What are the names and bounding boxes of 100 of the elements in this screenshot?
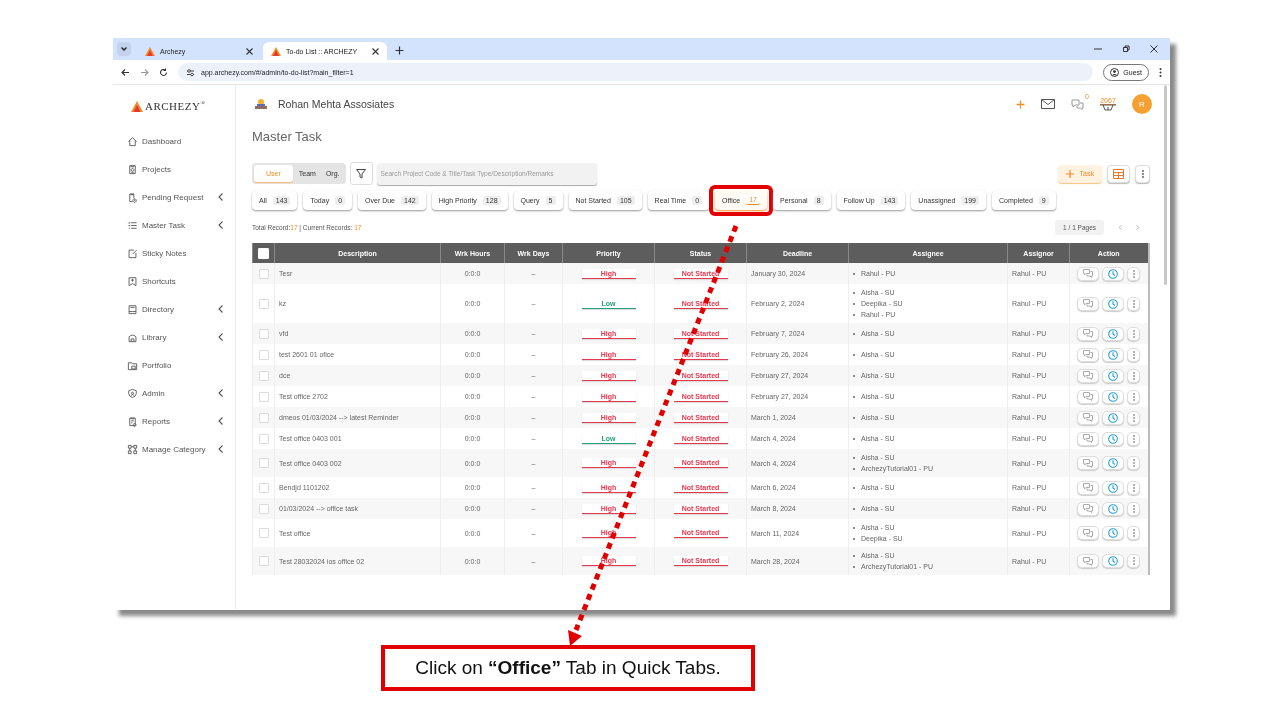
more-icon — [1132, 392, 1135, 401]
row-checkbox[interactable] — [258, 503, 269, 514]
mail-icon[interactable] — [1041, 99, 1055, 109]
scrollbar[interactable] — [1164, 85, 1167, 285]
more-button[interactable] — [1127, 410, 1141, 425]
sidebar-item[interactable]: Portfolio — [113, 351, 235, 379]
row-checkbox[interactable] — [258, 412, 269, 423]
clock-button[interactable] — [1102, 368, 1125, 383]
back-icon[interactable] — [121, 67, 130, 77]
row-checkbox[interactable] — [258, 391, 269, 402]
minimize-icon[interactable] — [1094, 45, 1102, 53]
sidebar-item[interactable]: Directory — [113, 295, 235, 323]
forward-icon[interactable] — [140, 67, 149, 77]
more-icon — [1132, 459, 1135, 467]
comment-button[interactable] — [1077, 480, 1100, 495]
house-icon — [127, 135, 138, 147]
more-button[interactable] — [1127, 526, 1141, 540]
close-icon[interactable] — [372, 47, 379, 55]
clock-button[interactable] — [1102, 266, 1125, 281]
more-icon — [1132, 350, 1135, 359]
more-button[interactable] — [1127, 501, 1141, 516]
comment-button[interactable] — [1077, 554, 1100, 568]
more-button[interactable] — [1127, 389, 1141, 404]
menu-icon[interactable] — [1159, 67, 1162, 77]
row-checkbox[interactable] — [258, 556, 269, 566]
row-checkbox[interactable] — [258, 298, 269, 309]
sidebar-item[interactable]: Library — [113, 323, 235, 351]
more-button[interactable] — [1127, 480, 1141, 495]
clock-button[interactable] — [1102, 326, 1125, 341]
clock-icon — [1108, 370, 1119, 381]
comment-button[interactable] — [1077, 431, 1100, 446]
row-checkbox[interactable] — [258, 433, 269, 444]
clock-button[interactable] — [1102, 501, 1125, 516]
close-icon[interactable] — [1150, 45, 1158, 53]
next-page-icon[interactable] — [1136, 225, 1140, 230]
sidebar-item[interactable]: Dashboard — [113, 127, 235, 155]
clock-icon — [1108, 349, 1119, 360]
select-all-checkbox[interactable] — [258, 247, 269, 259]
comment-icon — [1083, 371, 1094, 380]
clock-button[interactable] — [1102, 296, 1125, 311]
row-checkbox[interactable] — [258, 482, 269, 493]
clock-icon — [1108, 268, 1119, 279]
more-button[interactable] — [1127, 431, 1141, 446]
sidebar-item[interactable]: Sticky Notes — [113, 239, 235, 267]
comment-button[interactable] — [1077, 410, 1100, 425]
row-checkbox[interactable] — [258, 328, 269, 339]
comment-button[interactable] — [1077, 389, 1100, 404]
table-view-button[interactable] — [1107, 164, 1130, 183]
clock-button[interactable] — [1102, 554, 1125, 568]
clock-button[interactable] — [1102, 526, 1125, 540]
comment-button[interactable] — [1077, 347, 1100, 362]
comment-button[interactable] — [1077, 368, 1100, 383]
more-button[interactable] — [1127, 554, 1141, 568]
close-icon[interactable] — [246, 47, 253, 55]
scrollbar[interactable] — [1147, 243, 1150, 575]
filter-button[interactable] — [349, 162, 373, 185]
more-button[interactable] — [1127, 266, 1141, 281]
more-button[interactable] — [1127, 368, 1141, 383]
more-button[interactable] — [1127, 347, 1141, 362]
site-settings-icon[interactable] — [186, 67, 195, 77]
more-button[interactable] — [1127, 326, 1141, 341]
more-icon — [1132, 483, 1135, 492]
sidebar-item[interactable]: Admin — [113, 379, 235, 407]
sidebar-item[interactable]: Master Task — [113, 211, 235, 239]
comment-button[interactable] — [1077, 326, 1100, 341]
clock-icon — [1108, 391, 1119, 402]
comment-button[interactable] — [1077, 266, 1100, 281]
bookmark-icon — [127, 275, 138, 287]
comment-button[interactable] — [1077, 526, 1100, 540]
clock-button[interactable] — [1102, 431, 1125, 446]
comment-button[interactable] — [1077, 501, 1100, 516]
new-tab-icon[interactable] — [395, 46, 404, 55]
row-checkbox[interactable] — [258, 458, 269, 468]
logo-text: ARCHEZY$^{®}$ — [145, 100, 206, 112]
add-icon[interactable] — [1016, 99, 1025, 109]
row-checkbox[interactable] — [258, 528, 269, 538]
more-button[interactable] — [1135, 164, 1150, 183]
row-checkbox[interactable] — [258, 370, 269, 381]
logo-icon — [131, 100, 143, 112]
clock-button[interactable] — [1102, 410, 1125, 425]
reload-icon[interactable] — [159, 67, 168, 77]
comment-button[interactable] — [1077, 296, 1100, 311]
comment-button[interactable] — [1077, 456, 1100, 470]
chat-icon — [1071, 98, 1084, 110]
row-checkbox[interactable] — [258, 349, 269, 360]
restore-icon[interactable] — [1122, 45, 1130, 53]
more-button[interactable] — [1127, 296, 1141, 311]
sidebar-item[interactable]: Projects — [113, 155, 235, 183]
clock-button[interactable] — [1102, 480, 1125, 495]
row-checkbox[interactable] — [258, 268, 269, 279]
clock-button[interactable] — [1102, 456, 1125, 470]
more-button[interactable] — [1127, 456, 1141, 470]
dropdown-icon[interactable] — [117, 42, 131, 56]
sidebar-item[interactable]: Manage Category — [113, 435, 235, 463]
sidebar-item[interactable]: Pending Request — [113, 183, 235, 211]
previous-page-icon[interactable] — [1118, 225, 1122, 230]
sidebar-item[interactable]: Shortcuts — [113, 267, 235, 295]
clock-button[interactable] — [1102, 389, 1125, 404]
clock-button[interactable] — [1102, 347, 1125, 362]
sidebar-item[interactable]: Reports — [113, 407, 235, 435]
